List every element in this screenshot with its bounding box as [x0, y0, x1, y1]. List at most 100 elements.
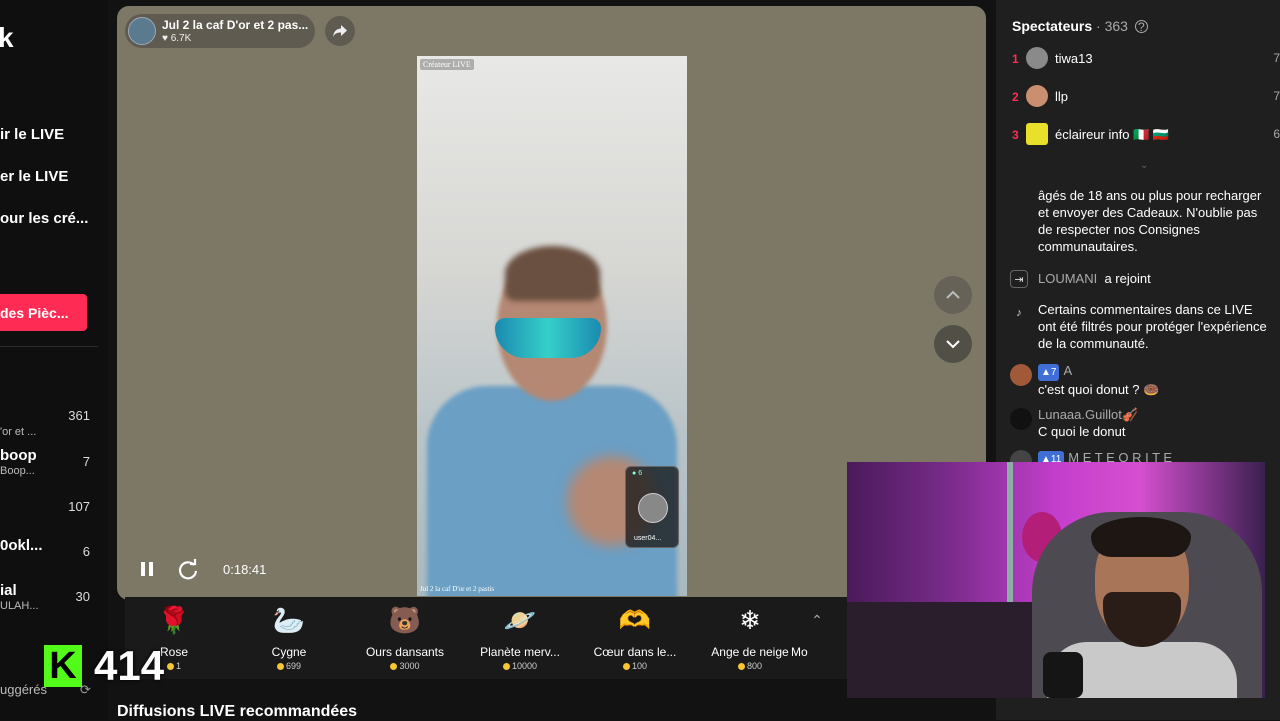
viewer-row-2[interactable]: 2 llp 7: [1012, 85, 1280, 111]
avatar[interactable]: [1010, 364, 1032, 386]
guest-avatar: [638, 493, 668, 523]
viewer-score: 6: [1273, 127, 1280, 141]
share-icon: [333, 25, 347, 37]
level-badge: ▲7: [1038, 364, 1060, 381]
video-subject-glasses: [495, 318, 601, 358]
kick-logo-icon: K: [44, 645, 82, 687]
previous-live-button[interactable]: [934, 276, 972, 314]
creator-tag: Créateur LIVE: [420, 59, 474, 70]
guest-card[interactable]: ● 6 user04...: [625, 466, 679, 548]
viewer-row-1[interactable]: 1 tiwa13 7: [1012, 47, 1280, 73]
sidebar-live-item-5[interactable]: ial ULAH... 30: [0, 582, 98, 622]
gift-swan[interactable]: 🦢 Cygne 699: [234, 603, 344, 672]
stream-title-pill[interactable]: Jul 2 la caf D'or et 2 pas... ♥ 6.7K: [125, 14, 315, 48]
snowflake-icon: ❄: [739, 604, 761, 635]
gift-heart-hands[interactable]: 🫶 Cœur dans le... 100: [580, 603, 690, 672]
expand-viewers-icon[interactable]: ⌄: [1140, 160, 1148, 171]
live-item-title: ial: [0, 582, 17, 599]
gift-name: Planète merv...: [480, 645, 560, 659]
app-logo[interactable]: k: [0, 22, 14, 54]
live-item-count: 30: [75, 589, 90, 604]
live-item-count: 107: [68, 499, 90, 514]
help-icon[interactable]: ?: [1134, 20, 1148, 33]
next-live-button[interactable]: [934, 325, 972, 363]
sidebar-live-item-1[interactable]: 'or et ... 361: [0, 408, 98, 448]
gift-name: Cœur dans le...: [593, 645, 677, 659]
pause-icon: [141, 562, 153, 576]
chat-username[interactable]: Lunaaa.Guillot🎻: [1038, 407, 1138, 422]
live-item-title: boop: [0, 447, 37, 464]
gift-bar: 🌹 Rose 1 🦢 Cygne 699 🐻 Ours dansants 300…: [125, 597, 850, 679]
avatar: [1026, 123, 1048, 145]
sidebar-live-item-2[interactable]: boop Boop... 7: [0, 447, 98, 487]
microphone: [1043, 652, 1083, 698]
heart-icon: ♥: [162, 33, 168, 44]
recommended-lives-title: Diffusions LIVE recommandées: [117, 703, 358, 720]
live-item-count: 6: [82, 544, 90, 559]
likes-count: 6.7K: [170, 33, 192, 44]
left-sidebar: k ir le LIVE er le LIVE our les cré... d…: [0, 0, 108, 720]
stream-time: 0:18:41: [223, 562, 267, 577]
video-subject-hair: [505, 246, 600, 301]
viewers-header[interactable]: Spectateurs · 363 ?: [1012, 18, 1148, 34]
avatar: [1026, 47, 1048, 69]
refresh-button[interactable]: [177, 559, 199, 586]
chevron-up-icon: [946, 290, 960, 299]
viewer-rank: 2: [1012, 90, 1019, 104]
gift-dancing-bears[interactable]: 🐻 Ours dansants 3000: [350, 603, 460, 672]
live-item-sub: Boop...: [0, 465, 35, 477]
chat-notice: âgés de 18 ans ou plus pour recharger et…: [1038, 188, 1262, 254]
share-button[interactable]: [325, 16, 355, 46]
live-item-sub: 'or et ...: [0, 426, 37, 438]
viewer-rank: 1: [1012, 52, 1019, 66]
sidebar-live-item-4[interactable]: 0okl... 6: [0, 537, 98, 577]
gift-price: 3000: [350, 661, 460, 671]
gift-name: Mo: [791, 645, 808, 659]
bear-icon: 🐻: [388, 604, 422, 635]
live-item-title: 0okl...: [0, 537, 43, 554]
streamer-avatar[interactable]: [128, 17, 156, 45]
chat-text: C quoi le donut: [1038, 424, 1126, 439]
stream-title: Jul 2 la caf D'or et 2 pas...: [162, 18, 309, 32]
sidebar-link-1[interactable]: ir le LIVE: [0, 126, 64, 143]
viewer-row-3[interactable]: 3 éclaireur info 🇮🇹 🇧🇬 6: [1012, 123, 1280, 149]
buy-coins-button[interactable]: des Pièc...: [0, 294, 87, 331]
viewers-label: Spectateurs: [1012, 18, 1093, 34]
kick-viewer-count: 414: [94, 642, 165, 689]
gift-name: Ours dansants: [365, 645, 445, 659]
avatar[interactable]: [1010, 408, 1032, 430]
chat-username[interactable]: A: [1063, 363, 1072, 378]
avatar: [1026, 85, 1048, 107]
sidebar-link-2[interactable]: er le LIVE: [0, 168, 68, 185]
pause-button[interactable]: [139, 559, 155, 584]
viewer-name: tiwa13: [1055, 51, 1093, 66]
webcam-desk: [847, 602, 1047, 698]
gift-name: Cygne: [271, 645, 307, 659]
gift-planet[interactable]: 🪐 Planète merv... 10000: [465, 603, 575, 672]
sidebar-link-3[interactable]: our les cré...: [0, 210, 88, 227]
planet-icon: 🪐: [503, 604, 537, 635]
swan-icon: 🦢: [272, 604, 306, 635]
join-message: LOUMANI a rejoint: [1038, 271, 1151, 286]
viewer-score: 7: [1273, 51, 1280, 65]
tiktok-icon: ♪: [1016, 307, 1022, 319]
gift-more[interactable]: ⌃ Mo: [787, 603, 847, 660]
rose-icon: 🌹: [157, 604, 191, 635]
live-item-count: 361: [68, 408, 90, 423]
stream-likes: ♥ 6.7K: [162, 33, 191, 44]
gift-price: 100: [580, 661, 690, 671]
sidebar-live-item-3[interactable]: 107: [0, 499, 98, 539]
filter-notice: Certains commentaires dans ce LIVE ont é…: [1038, 302, 1267, 351]
guest-name: user04...: [634, 535, 662, 542]
refresh-icon: [178, 559, 198, 580]
video-caption: Jul 2 la caf D'or et 2 pastis: [420, 585, 495, 593]
live-item-count: 7: [82, 454, 90, 469]
gift-price: 800: [695, 661, 805, 671]
live-item-sub: ULAH...: [0, 600, 39, 612]
viewer-name: llp: [1055, 89, 1069, 104]
webcam-person-hair: [1091, 517, 1191, 557]
join-icon: ⇥: [1010, 270, 1028, 288]
guest-count: ● 6: [632, 470, 643, 477]
chevron-up-icon: ⌃: [811, 611, 823, 628]
chat-text: c'est quoi donut ? 🍩: [1038, 382, 1160, 397]
